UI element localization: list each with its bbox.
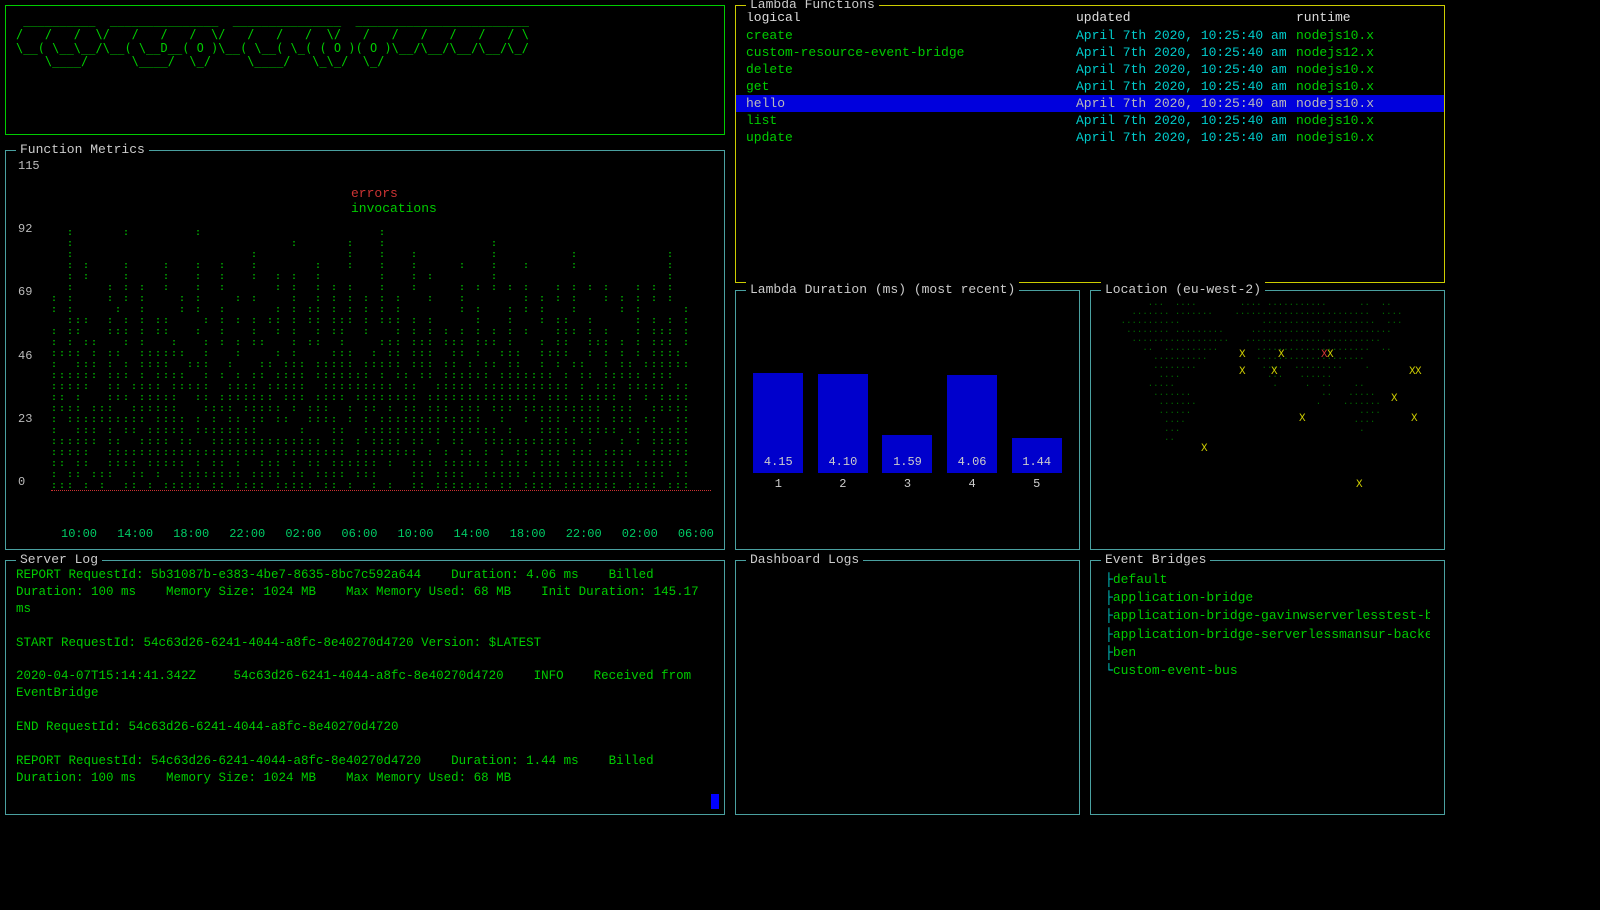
map-marker-icon: X: [1415, 366, 1422, 378]
world-map: ... .... .... ........... .. .. ....... …: [1091, 291, 1444, 451]
function-metrics-panel: Function Metrics 115926946230 errors inv…: [5, 150, 725, 550]
fn-updated: April 7th 2020, 10:25:40 am: [1076, 79, 1296, 94]
fn-name: hello: [746, 96, 1076, 111]
map-marker-icon: X: [1239, 366, 1246, 378]
function-row-delete[interactable]: deleteApril 7th 2020, 10:25:40 amnodejs1…: [736, 61, 1444, 78]
fn-name: get: [746, 79, 1076, 94]
fn-updated: April 7th 2020, 10:25:40 am: [1076, 45, 1296, 60]
map-marker-icon: X: [1201, 443, 1208, 455]
fn-updated: April 7th 2020, 10:25:40 am: [1076, 96, 1296, 111]
chart-area: ::::::::::::::::::::::::::::::::::::::::…: [51, 161, 711, 491]
map-marker-icon: X: [1299, 413, 1306, 425]
bridge-ben[interactable]: ├ben: [1105, 644, 1430, 662]
fn-runtime: nodejs10.x: [1296, 113, 1434, 128]
bridge-application-bridge-gavinwserverlesstest-bac[interactable]: ├application-bridge-gavinwserverlesstest…: [1105, 607, 1430, 625]
fn-updated: April 7th 2020, 10:25:40 am: [1076, 130, 1296, 145]
x-axis: 10:0014:0018:0022:0002:0006:0010:0014:00…: [61, 527, 714, 541]
map-marker-icon: X: [1411, 413, 1418, 425]
col-updated: updated: [1076, 10, 1296, 25]
col-runtime: runtime: [1296, 10, 1434, 25]
duration-bar-5: 1.445: [1011, 438, 1063, 491]
map-marker-icon: X: [1239, 349, 1246, 361]
fn-runtime: nodejs10.x: [1296, 130, 1434, 145]
logo-panel: __________ _______________ _____________…: [5, 5, 725, 135]
fn-updated: April 7th 2020, 10:25:40 am: [1076, 62, 1296, 77]
bridge-application-bridge-serverlessmansur-backend[interactable]: ├application-bridge-serverlessmansur-bac…: [1105, 626, 1430, 644]
fn-updated: April 7th 2020, 10:25:40 am: [1076, 28, 1296, 43]
panel-title: Lambda Functions: [746, 0, 879, 12]
function-row-hello[interactable]: helloApril 7th 2020, 10:25:40 amnodejs10…: [736, 95, 1444, 112]
location-panel: Location (eu-west-2) ... .... .... .....…: [1090, 290, 1445, 550]
function-row-create[interactable]: createApril 7th 2020, 10:25:40 amnodejs1…: [736, 27, 1444, 44]
map-marker-icon: X: [1271, 366, 1278, 378]
duration-bar-2: 4.102: [817, 374, 869, 491]
fn-runtime: nodejs12.x: [1296, 45, 1434, 60]
duration-bar-4: 4.064: [946, 375, 998, 491]
event-bridges-tree: ├default├application-bridge├application-…: [1091, 561, 1444, 690]
fn-runtime: nodejs10.x: [1296, 62, 1434, 77]
lambda-duration-panel: Lambda Duration (ms) (most recent) 4.151…: [735, 290, 1080, 550]
function-row-custom-resource-event-bridge[interactable]: custom-resource-event-bridgeApril 7th 20…: [736, 44, 1444, 61]
ascii-logo: __________ _______________ _____________…: [6, 6, 724, 77]
fn-runtime: nodejs10.x: [1296, 96, 1434, 111]
server-log-panel[interactable]: Server Log REPORT RequestId: 5b31087b-e3…: [5, 560, 725, 815]
duration-bars: 4.1514.1021.5934.0641.445: [736, 291, 1079, 491]
panel-title: Lambda Duration (ms) (most recent): [746, 282, 1019, 297]
panel-title: Location (eu-west-2): [1101, 282, 1265, 297]
y-axis: 115926946230: [18, 159, 40, 489]
server-log-text: REPORT RequestId: 5b31087b-e383-4be7-863…: [6, 561, 724, 808]
function-row-get[interactable]: getApril 7th 2020, 10:25:40 amnodejs10.x: [736, 78, 1444, 95]
bridge-application-bridge[interactable]: ├application-bridge: [1105, 589, 1430, 607]
fn-name: delete: [746, 62, 1076, 77]
col-logical: logical: [746, 10, 1076, 25]
fn-name: custom-resource-event-bridge: [746, 45, 1076, 60]
fn-name: list: [746, 113, 1076, 128]
duration-bar-1: 4.151: [752, 373, 804, 491]
bridge-custom-event-bus[interactable]: └custom-event-bus: [1105, 662, 1430, 680]
duration-bar-3: 1.593: [881, 435, 933, 491]
map-marker-icon: X: [1278, 349, 1285, 361]
panel-title: Dashboard Logs: [746, 552, 863, 567]
event-bridges-panel[interactable]: Event Bridges ├default├application-bridg…: [1090, 560, 1445, 815]
function-row-list[interactable]: listApril 7th 2020, 10:25:40 amnodejs10.…: [736, 112, 1444, 129]
cursor-icon: [711, 794, 719, 809]
fn-name: update: [746, 130, 1076, 145]
fn-runtime: nodejs10.x: [1296, 79, 1434, 94]
function-row-update[interactable]: updateApril 7th 2020, 10:25:40 amnodejs1…: [736, 129, 1444, 146]
fn-runtime: nodejs10.x: [1296, 28, 1434, 43]
panel-title: Event Bridges: [1101, 552, 1210, 567]
dashboard-logs-panel[interactable]: Dashboard Logs: [735, 560, 1080, 815]
fn-name: create: [746, 28, 1076, 43]
bridge-default[interactable]: ├default: [1105, 571, 1430, 589]
map-marker-icon: X: [1356, 479, 1363, 491]
map-marker-icon: X: [1391, 393, 1398, 405]
lambda-functions-panel[interactable]: Lambda Functions logical updated runtime…: [735, 5, 1445, 283]
map-marker-icon: X: [1327, 349, 1334, 361]
fn-updated: April 7th 2020, 10:25:40 am: [1076, 113, 1296, 128]
